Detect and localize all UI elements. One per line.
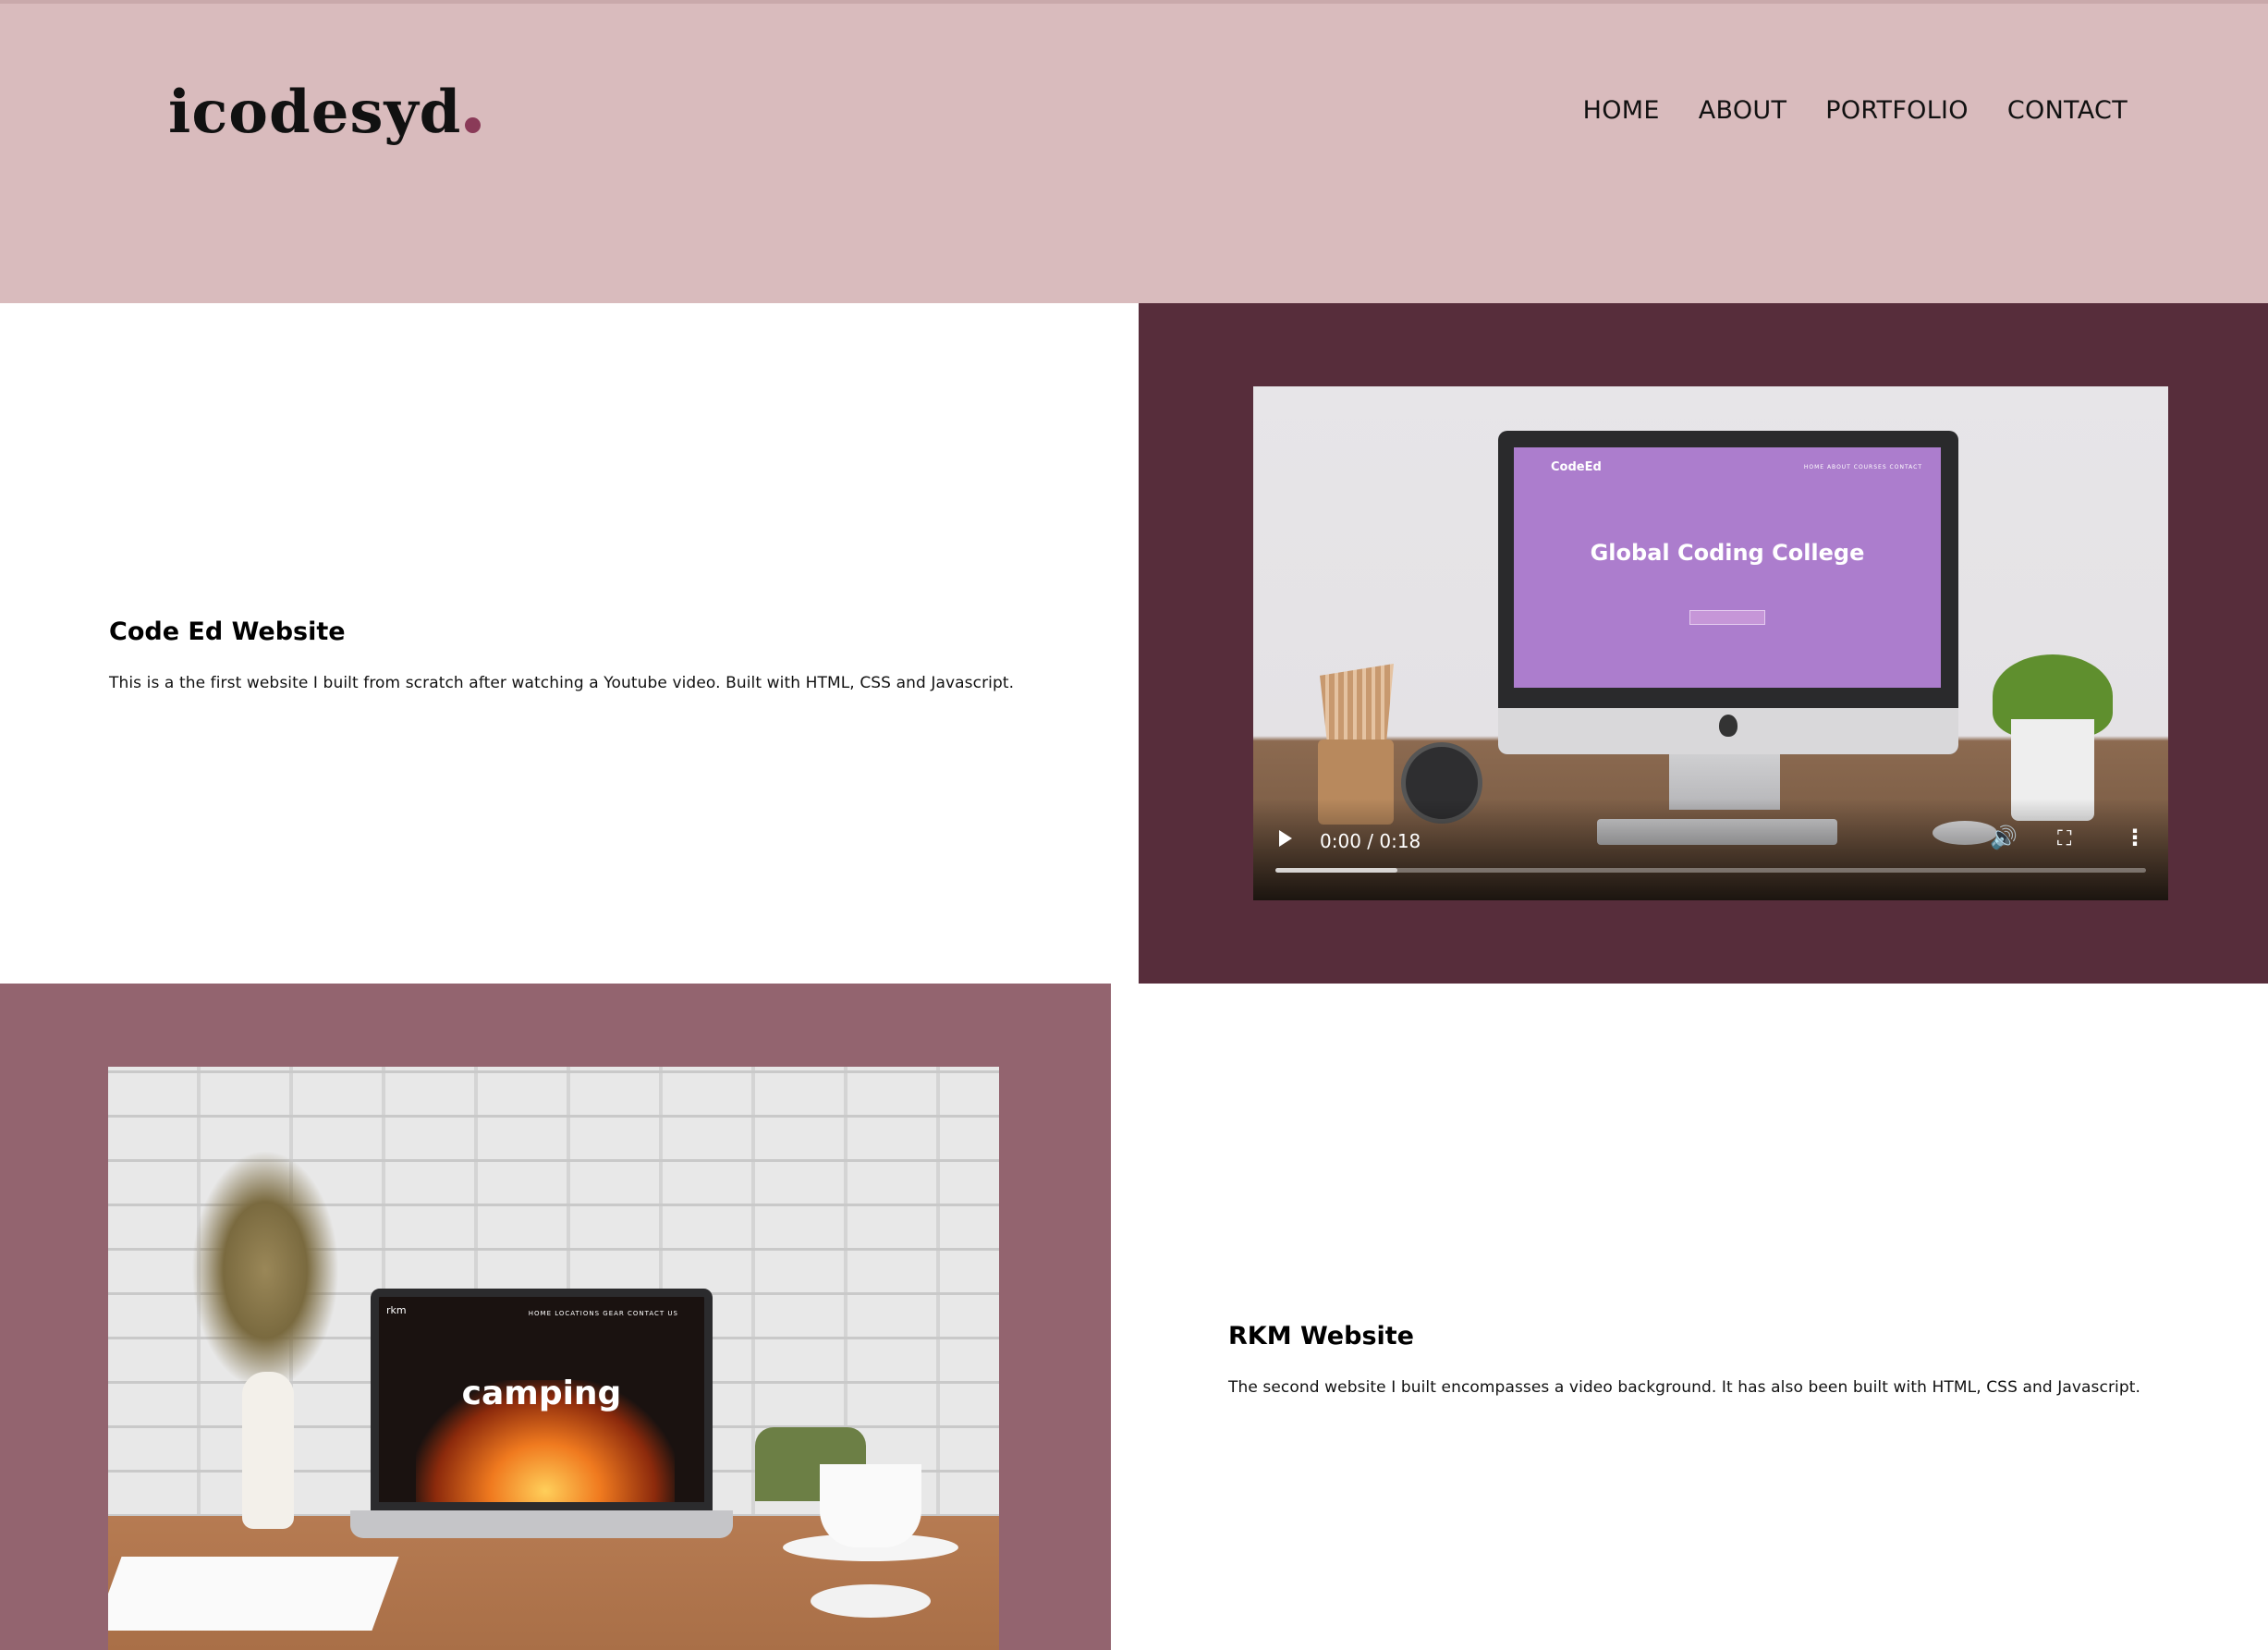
site-logo[interactable]: icodesyd [168, 78, 482, 147]
notebook [108, 1557, 399, 1631]
mouse [811, 1584, 931, 1618]
project-rkm-media-panel: rkm HOME LOCATIONS GEAR CONTACT US campi… [0, 984, 1111, 1650]
pencils [1320, 664, 1394, 743]
play-icon[interactable] [1279, 830, 1292, 847]
rkm-logo: rkm [386, 1304, 407, 1316]
rkm-heading: camping [461, 1375, 622, 1412]
apple-logo-icon [1719, 715, 1738, 737]
logo-text: icodesyd [168, 78, 462, 147]
imac-screen: CodeEd HOME ABOUT COURSES CONTACT Global… [1514, 447, 1941, 688]
project-codeed-title: Code Ed Website [109, 617, 346, 646]
site-header: icodesyd HOME ABOUT PORTFOLIO CONTACT [0, 4, 2268, 303]
project-rkm-title: RKM Website [1228, 1322, 1414, 1351]
vase [242, 1372, 294, 1529]
main-nav: HOME ABOUT PORTFOLIO CONTACT [1583, 96, 2128, 125]
nav-about[interactable]: ABOUT [1699, 96, 1787, 125]
portfolio-page: icodesyd HOME ABOUT PORTFOLIO CONTACT Co… [0, 0, 2268, 1650]
project-rkm-text: RKM Website The second website I built e… [1228, 1322, 2140, 1397]
coffee-cup [820, 1464, 921, 1547]
project-codeed-description: This is a the first website I built from… [109, 674, 1015, 692]
project-codeed-text: Code Ed Website This is a the first webs… [109, 617, 1014, 692]
video-progress-fill [1275, 868, 1397, 873]
project-codeed-media-panel: CodeEd HOME ABOUT COURSES CONTACT Global… [1139, 303, 2268, 984]
video-time: 0:00 / 0:18 [1320, 830, 1421, 852]
fullscreen-icon[interactable]: ⛶ [2057, 827, 2071, 850]
laptop-screen: rkm HOME LOCATIONS GEAR CONTACT US campi… [371, 1289, 713, 1510]
codeed-heading: Global Coding College [1590, 540, 1865, 566]
dried-flowers [191, 1150, 339, 1390]
laptop-base [350, 1510, 733, 1538]
video-controls: 0:00 / 0:18 🔊 ⛶ ⋮ [1253, 799, 2168, 900]
nav-contact[interactable]: CONTACT [2007, 96, 2128, 125]
project-codeed-video[interactable]: CodeEd HOME ABOUT COURSES CONTACT Global… [1253, 386, 2168, 900]
logo-dot [465, 117, 482, 133]
volume-icon[interactable]: 🔊 [1990, 825, 2018, 850]
project-rkm-description: The second website I built encompasses a… [1228, 1378, 2141, 1397]
rkm-nav: HOME LOCATIONS GEAR CONTACT US [528, 1310, 678, 1317]
codeed-nav: HOME ABOUT COURSES CONTACT [1803, 464, 1922, 471]
video-progress-bar[interactable] [1275, 868, 2146, 873]
imac-monitor: CodeEd HOME ABOUT COURSES CONTACT Global… [1498, 431, 1958, 754]
project-rkm-image: rkm HOME LOCATIONS GEAR CONTACT US campi… [108, 1067, 999, 1650]
project-codeed-text-panel: Code Ed Website This is a the first webs… [0, 303, 1139, 984]
codeed-button [1689, 610, 1765, 625]
nav-portfolio[interactable]: PORTFOLIO [1825, 96, 1969, 125]
codeed-brand: CodeEd [1551, 460, 1602, 474]
more-options-icon[interactable]: ⋮ [2124, 825, 2146, 850]
project-rkm-text-panel: RKM Website The second website I built e… [1111, 984, 2268, 1650]
nav-home[interactable]: HOME [1583, 96, 1660, 125]
